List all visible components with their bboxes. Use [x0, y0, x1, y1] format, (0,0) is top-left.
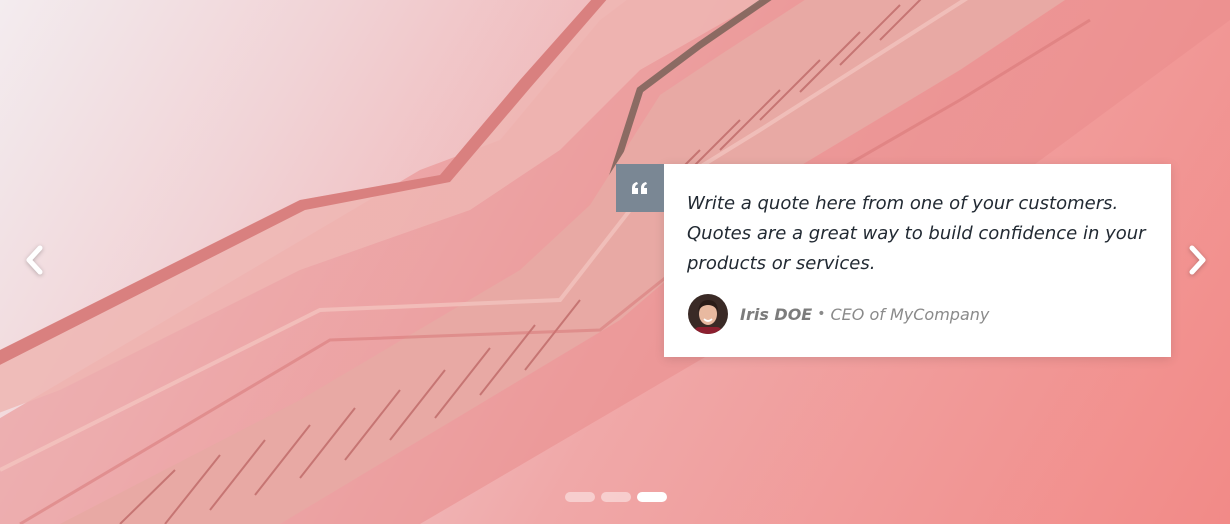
- author-avatar: [688, 294, 728, 334]
- chevron-right-icon: [1189, 245, 1206, 275]
- chevron-left-icon: [26, 245, 43, 275]
- quote-icon: [632, 182, 647, 194]
- author-separator: •: [817, 306, 826, 322]
- carousel-indicators: [565, 492, 667, 502]
- carousel-indicator[interactable]: [601, 492, 631, 502]
- quote-badge: [616, 164, 664, 212]
- testimonial-author: Iris DOE • CEO of MyCompany: [688, 294, 989, 334]
- carousel-indicator[interactable]: [565, 492, 595, 502]
- testimonial-quote: Write a quote here from one of your cust…: [687, 193, 1146, 274]
- carousel-indicator-active[interactable]: [637, 492, 667, 502]
- testimonial-card: Write a quote here from one of your cust…: [664, 164, 1171, 357]
- testimonial-carousel: Write a quote here from one of your cust…: [0, 0, 1230, 524]
- carousel-prev-button[interactable]: [14, 240, 54, 280]
- carousel-next-button[interactable]: [1178, 240, 1218, 280]
- author-role: CEO of MyCompany: [830, 304, 990, 324]
- author-name: Iris DOE: [740, 304, 813, 324]
